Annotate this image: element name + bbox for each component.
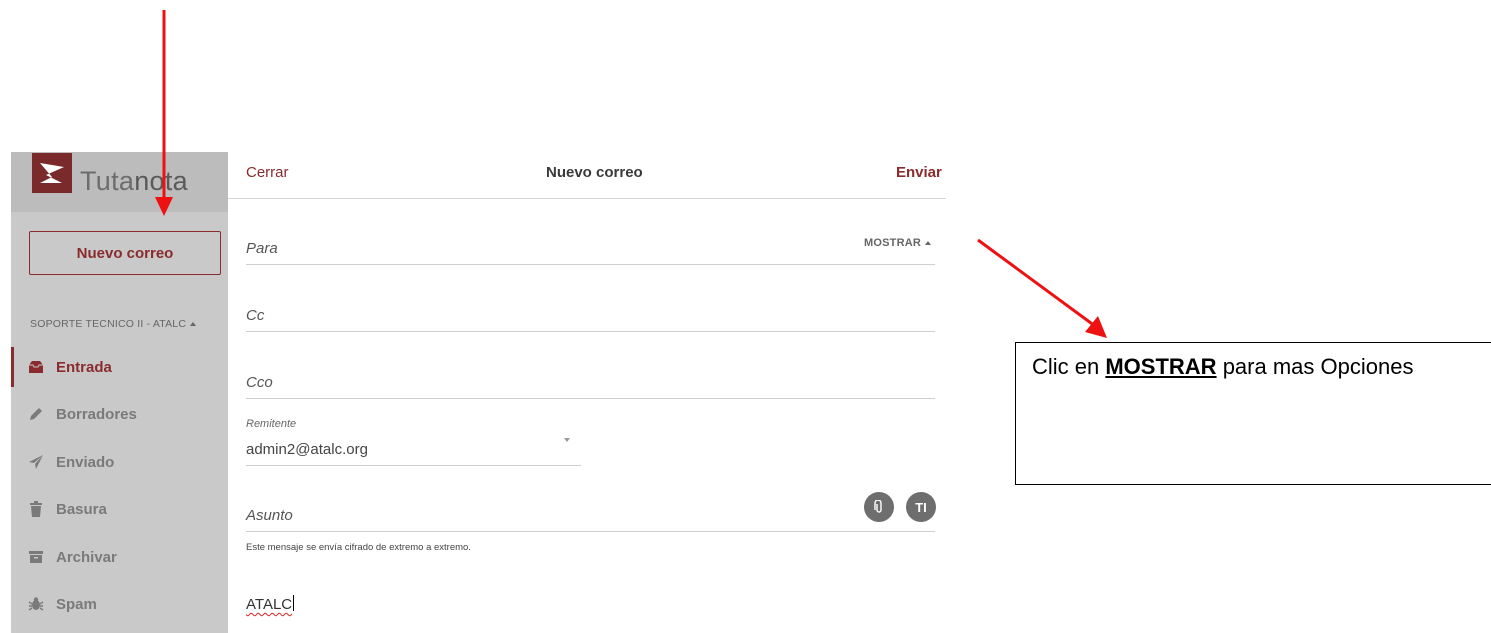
chevron-down-icon [564,438,570,442]
bcc-label: Cco [246,374,273,391]
text-cursor [293,595,295,611]
caret-up-icon [925,241,932,245]
arrowhead-icon [1085,316,1107,338]
folder-label: Entrada [56,358,112,376]
show-more-label: MOSTRAR [864,237,922,249]
annotation-callout: Clic en MOSTRAR para mas Opciones [1015,342,1491,485]
folder-basura[interactable]: Basura [11,489,228,529]
account-label: SOPORTE TECNICO II - ATALC [30,318,187,330]
folder-borradores[interactable]: Borradores [11,394,228,434]
send-button[interactable]: Enviar [896,164,942,181]
bug-icon [28,596,44,612]
pencil-icon [28,406,44,422]
folder-archivar[interactable]: Archivar [11,537,228,577]
app-logo-text: Tutanota [80,166,188,196]
body-text: ATALC [246,596,293,613]
paper-plane-icon [28,454,44,470]
subject-label: Asunto [246,507,293,524]
folder-label: Spam [56,595,97,613]
account-section-toggle[interactable]: SOPORTE TECNICO II - ATALC [30,318,197,330]
folder-label: Archivar [56,548,117,566]
cc-label: Cc [246,307,265,324]
sidebar: Tutanota Nuevo correo SOPORTE TECNICO II… [11,152,228,633]
new-mail-button[interactable]: Nuevo correo [29,231,221,275]
folder-label: Borradores [56,405,137,423]
text-format-icon: TI [915,499,927,515]
folder-label: Basura [56,500,107,518]
bcc-field[interactable]: Cco [246,366,935,399]
message-body[interactable]: ATALC [246,595,295,613]
encryption-note: Este mensaje se envía cifrado de extremo… [246,542,471,553]
to-field[interactable]: Para [246,230,935,265]
show-more-button[interactable]: MOSTRAR [864,237,932,249]
sender-value: admin2@atalc.org [246,441,368,458]
text-format-button[interactable]: TI [906,492,936,522]
folder-entrada[interactable]: Entrada [11,347,228,387]
cc-field[interactable]: Cc [246,300,935,332]
tutanota-logo-icon [32,153,72,193]
attach-button[interactable] [864,492,894,522]
trash-icon [28,501,44,517]
folder-enviado[interactable]: Enviado [11,442,228,482]
header-divider [228,198,946,199]
compose-title: Nuevo correo [546,164,643,181]
annotation-text: Clic en MOSTRAR para mas Opciones [1032,354,1414,379]
folder-spam[interactable]: Spam [11,584,228,624]
arrow-to-callout [977,238,1096,328]
folder-label: Enviado [56,453,115,471]
caret-up-icon [190,322,197,326]
inbox-icon [28,359,44,375]
close-button[interactable]: Cerrar [246,164,289,181]
sender-dropdown[interactable]: Remitente admin2@atalc.org [246,414,581,466]
subject-field[interactable]: Asunto [246,500,935,532]
archive-icon [28,549,44,565]
sidebar-header: Tutanota [11,152,228,212]
to-label: Para [246,240,278,257]
sender-label: Remitente [246,418,297,430]
paperclip-icon [874,500,882,513]
